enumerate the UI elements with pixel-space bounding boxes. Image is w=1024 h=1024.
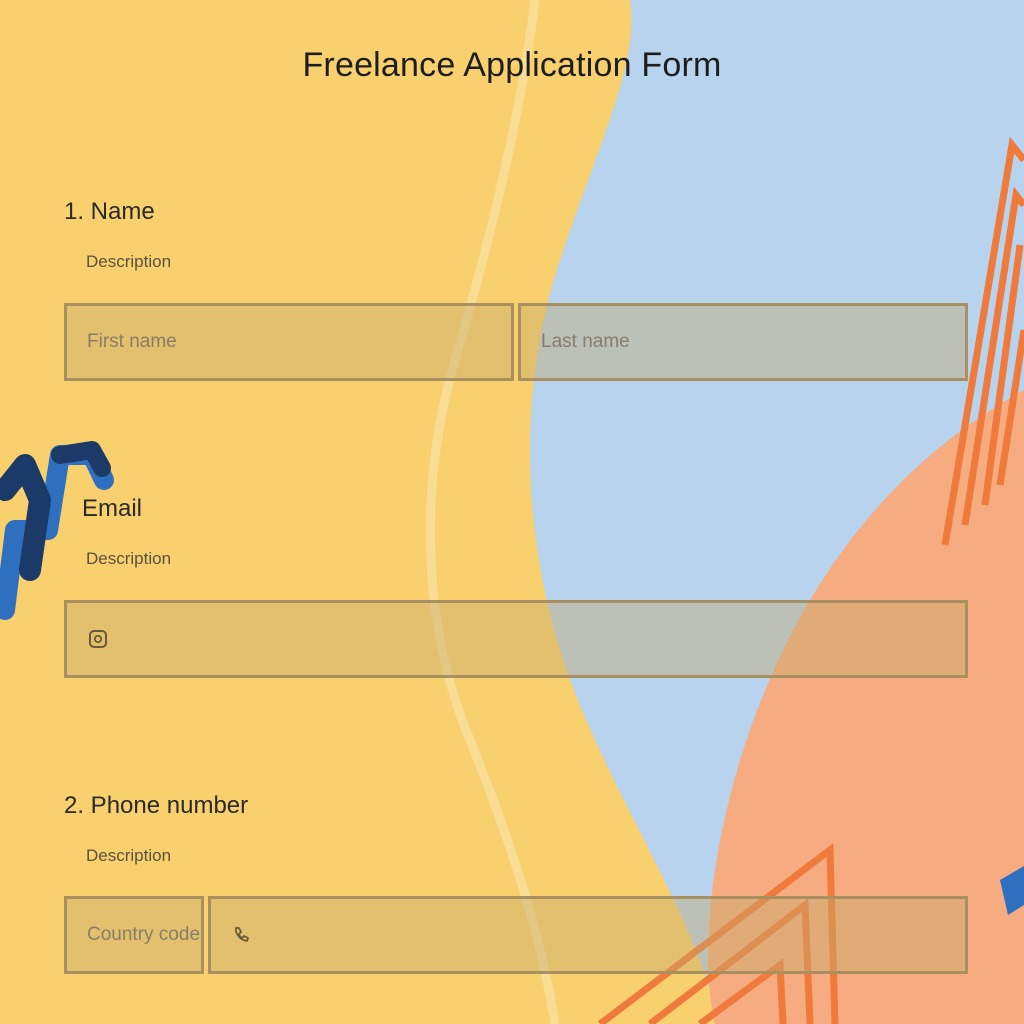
email-field[interactable] [64,600,968,678]
question-name-label: 1. Name [64,198,155,225]
question-name-description: Description [86,252,172,271]
phone-icon [231,924,253,946]
last-name-field[interactable]: Last name [518,303,968,381]
country-code-placeholder: Country code [87,924,201,945]
question-phone-label: 2. Phone number [64,792,249,819]
first-name-placeholder: First name [87,331,177,352]
phone-number-field[interactable] [208,896,968,974]
question-phone-description: Description [86,846,172,865]
email-icon [87,628,109,650]
form-title: Freelance Application Form [302,46,722,84]
question-email-label: Email [82,495,143,522]
country-code-field[interactable]: Country code [64,896,204,974]
first-name-field[interactable]: First name [64,303,514,381]
last-name-placeholder: Last name [541,331,630,352]
question-email-description: Description [86,549,172,568]
